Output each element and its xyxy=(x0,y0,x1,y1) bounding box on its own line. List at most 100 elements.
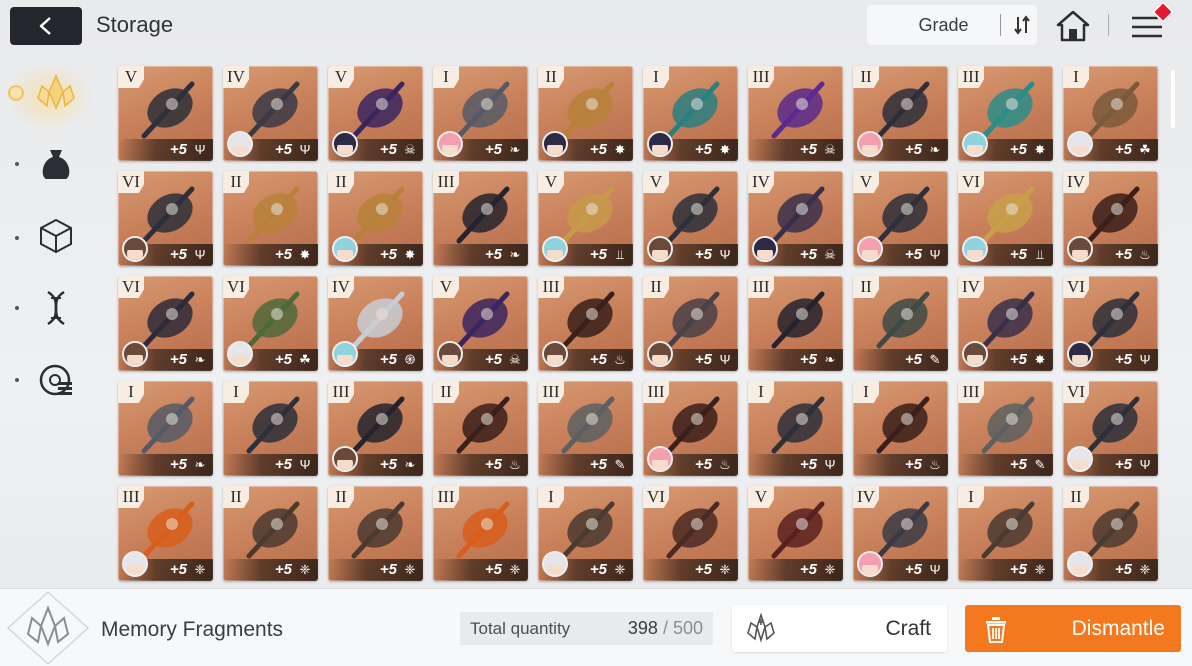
item-card[interactable]: III +5 ❧ xyxy=(433,171,528,266)
item-card[interactable]: VI +5 Ψ xyxy=(1063,381,1158,476)
crystal-icon xyxy=(37,74,75,110)
active-indicator xyxy=(8,85,24,101)
item-card[interactable]: I +5 ❧ xyxy=(433,66,528,161)
item-card[interactable]: III +5 ☠ xyxy=(748,66,843,161)
item-card[interactable]: VI +5 Ψ xyxy=(118,171,213,266)
dismantle-button[interactable]: Dismantle xyxy=(965,605,1181,652)
grade-tag: VI xyxy=(1063,381,1089,403)
item-card[interactable]: III +5 ♨ xyxy=(538,276,633,371)
item-card[interactable]: V +5 Ψ xyxy=(643,171,738,266)
enhance-level: +5 xyxy=(484,246,502,263)
grade-tag: I xyxy=(538,486,564,508)
enhance-level: +5 xyxy=(1009,351,1027,368)
item-card[interactable]: IV +5 ✸ xyxy=(958,276,1053,371)
item-card[interactable]: V +5 ☠ xyxy=(328,66,423,161)
enhance-level: +5 xyxy=(1009,141,1027,158)
item-card[interactable]: IV +5 ֍ xyxy=(328,276,423,371)
item-card[interactable]: II +5 ❈ xyxy=(328,486,423,581)
item-card[interactable]: V +5 ☠ xyxy=(433,276,528,371)
home-icon[interactable] xyxy=(1054,8,1092,44)
item-card[interactable]: V +5 ❈ xyxy=(748,486,843,581)
item-card[interactable]: I +5 ❧ xyxy=(118,381,213,476)
item-card[interactable]: III +5 ❈ xyxy=(433,486,528,581)
equipped-character-avatar xyxy=(332,131,358,157)
scrollbar[interactable] xyxy=(1171,70,1175,128)
item-card[interactable]: VI +5 ❧ xyxy=(118,276,213,371)
grade-tag: IV xyxy=(1063,171,1089,193)
item-card[interactable]: II +5 ✸ xyxy=(328,171,423,266)
item-card[interactable]: III +5 ❧ xyxy=(748,276,843,371)
item-card[interactable]: I +5 ♨ xyxy=(853,381,948,476)
equipped-character-avatar xyxy=(752,236,778,262)
sidebar-item-materials[interactable] xyxy=(30,210,82,262)
item-card[interactable]: II +5 ❈ xyxy=(223,486,318,581)
item-card[interactable]: I +5 ❈ xyxy=(538,486,633,581)
grade-tag: I xyxy=(223,381,249,403)
item-card[interactable]: VI +5 ☘ xyxy=(223,276,318,371)
grade-tag: V xyxy=(328,66,354,88)
item-card[interactable]: II +5 ✸ xyxy=(223,171,318,266)
item-card[interactable]: III +5 ✎ xyxy=(538,381,633,476)
item-card[interactable]: I +5 Ψ xyxy=(223,381,318,476)
enhance-level: +5 xyxy=(1009,246,1027,263)
item-card[interactable]: II +5 ❧ xyxy=(853,66,948,161)
item-card[interactable]: II +5 ✎ xyxy=(853,276,948,371)
item-card[interactable]: I +5 ❈ xyxy=(958,486,1053,581)
item-card[interactable]: III +5 ❈ xyxy=(118,486,213,581)
equipped-character-avatar xyxy=(542,551,568,577)
item-card[interactable]: IV +5 ♨ xyxy=(1063,171,1158,266)
item-card[interactable]: I +5 ☘ xyxy=(1063,66,1158,161)
category-label: Memory Fragments xyxy=(101,618,284,641)
equipped-character-avatar xyxy=(1067,446,1093,472)
sidebar-dot xyxy=(15,236,19,240)
enhance-level: +5 xyxy=(904,561,922,578)
shield-type-icon: ❈ xyxy=(1034,562,1046,577)
item-card[interactable]: II +5 ✸ xyxy=(538,66,633,161)
item-card[interactable]: VI +5 ❈ xyxy=(643,486,738,581)
item-card[interactable]: I +5 ✸ xyxy=(643,66,738,161)
equipped-character-avatar xyxy=(962,341,988,367)
weapon-icon xyxy=(456,396,510,454)
enhance-level: +5 xyxy=(484,351,502,368)
sidebar-item-chips[interactable] xyxy=(30,354,82,406)
enhance-level: +5 xyxy=(274,351,292,368)
shield-type-icon: ❈ xyxy=(509,562,521,577)
shield-type-icon: ❈ xyxy=(614,562,626,577)
item-card[interactable]: II +5 Ψ xyxy=(643,276,738,371)
item-card[interactable]: IV +5 Ψ xyxy=(223,66,318,161)
item-card[interactable]: III +5 ✎ xyxy=(958,381,1053,476)
item-card[interactable]: VI +5 Ψ xyxy=(1063,276,1158,371)
sidebar-item-bag[interactable] xyxy=(30,138,82,190)
weapon-icon xyxy=(981,396,1035,454)
wing-type-icon: ❧ xyxy=(404,457,416,472)
enhance-level: +5 xyxy=(169,351,187,368)
item-card[interactable]: VI +5 ⫫ xyxy=(958,171,1053,266)
item-card[interactable]: IV +5 Ψ xyxy=(853,486,948,581)
sort-label: Grade xyxy=(918,14,969,35)
sidebar-item-gene[interactable] xyxy=(30,282,82,334)
item-card[interactable]: V +5 ⫫ xyxy=(538,171,633,266)
equipped-character-avatar xyxy=(227,131,253,157)
item-card[interactable]: I +5 Ψ xyxy=(748,381,843,476)
item-card[interactable]: II +5 ❈ xyxy=(1063,486,1158,581)
enhance-level: +5 xyxy=(694,561,712,578)
trident-type-icon: Ψ xyxy=(1139,352,1151,367)
item-card[interactable]: V +5 Ψ xyxy=(853,171,948,266)
sort-order-icon[interactable] xyxy=(1007,10,1037,40)
bug-type-icon: ✸ xyxy=(404,247,416,262)
cube-icon xyxy=(40,218,72,254)
item-card[interactable]: III +5 ❧ xyxy=(328,381,423,476)
back-button[interactable] xyxy=(10,7,82,45)
item-card[interactable]: V +5 Ψ xyxy=(118,66,213,161)
item-card[interactable]: IV +5 ☠ xyxy=(748,171,843,266)
enhance-level: +5 xyxy=(169,561,187,578)
equipped-character-avatar xyxy=(647,446,673,472)
sidebar-item-memory-fragments[interactable] xyxy=(30,68,82,120)
grade-tag: VI xyxy=(223,276,249,298)
item-card[interactable]: III +5 ♨ xyxy=(643,381,738,476)
sort-dropdown[interactable]: Grade xyxy=(867,5,1037,45)
equipped-character-avatar xyxy=(857,551,883,577)
item-card[interactable]: II +5 ♨ xyxy=(433,381,528,476)
craft-button[interactable]: Craft xyxy=(732,605,947,652)
item-card[interactable]: III +5 ✸ xyxy=(958,66,1053,161)
